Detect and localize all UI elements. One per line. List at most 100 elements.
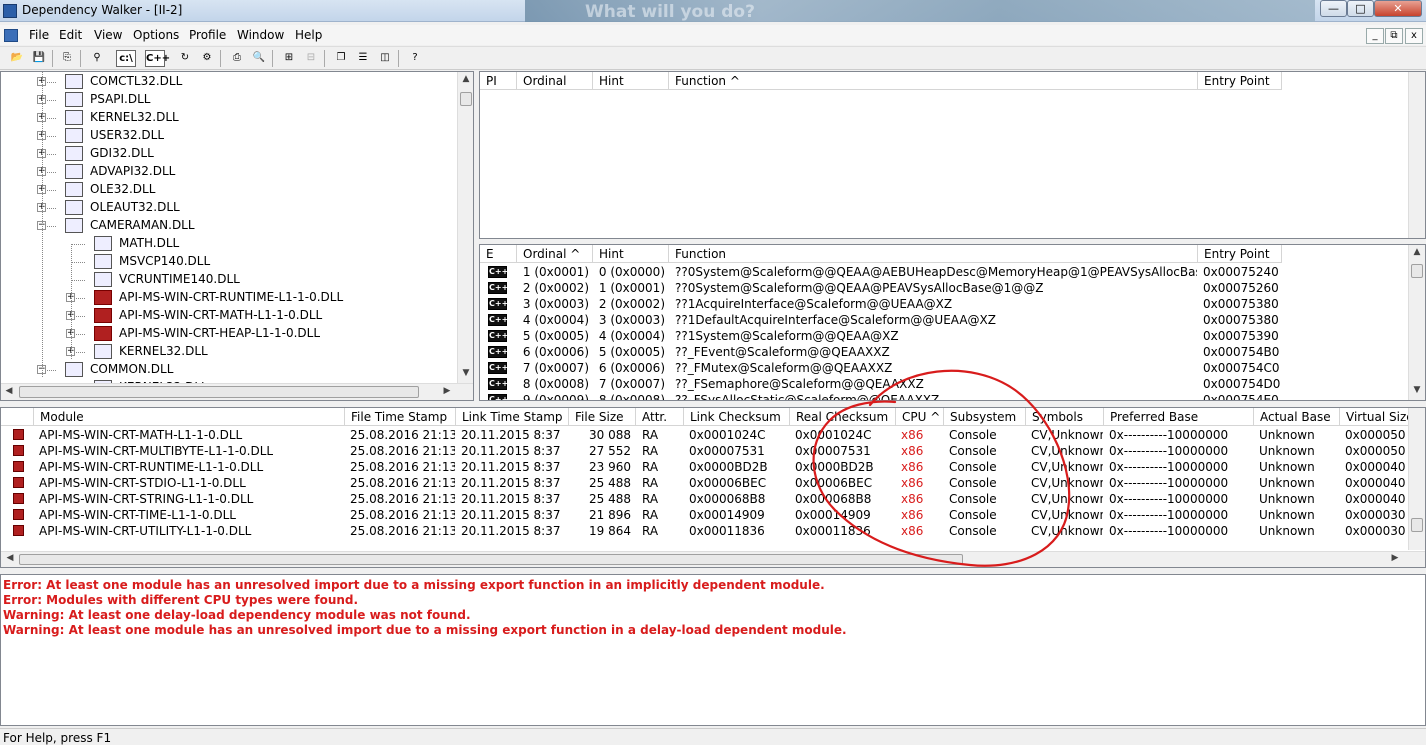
tree-item[interactable]: + OLEAUT32.DLL (1, 199, 456, 217)
menu-view[interactable]: View (94, 28, 122, 42)
menu-window[interactable]: Window (237, 28, 284, 42)
tile-vertical-icon[interactable]: ◫ (376, 50, 394, 67)
column-header-function[interactable]: Function ^ (669, 72, 1198, 90)
tree-vertical-scrollbar[interactable]: ▲ ▼ (457, 72, 473, 383)
search-icon[interactable]: 🔍 (250, 50, 268, 67)
module-row[interactable]: API-MS-WIN-CRT-RUNTIME-L1-1-0.DLL 25.08.2… (1, 459, 1407, 475)
tree-item[interactable]: + USER32.DLL (1, 127, 456, 145)
tile-horizontal-icon[interactable]: ☰ (354, 50, 372, 67)
export-row[interactable]: C++ 1 (0x0001) 0 (0x0000) ??0System@Scalefo… (480, 264, 1407, 280)
scroll-right-arrow[interactable]: ▶ (1389, 553, 1401, 563)
column-header-entry-point[interactable]: Entry Point (1198, 72, 1282, 90)
exports-vertical-scrollbar[interactable]: ▲ ▼ (1408, 245, 1425, 400)
close-button[interactable]: ✕ (1374, 0, 1422, 17)
column-header-file-time-stamp[interactable]: File Time Stamp (345, 408, 456, 426)
export-ordinal: 8 (0x0008) (522, 377, 589, 391)
open-icon[interactable]: 📂 (8, 50, 26, 67)
undecorate-cpp-icon[interactable]: C++ (145, 50, 170, 67)
cascade-icon[interactable]: ❐ (332, 50, 350, 67)
module-row[interactable]: API-MS-WIN-CRT-STDIO-L1-1-0.DLL 25.08.201… (1, 475, 1407, 491)
collapse-all-icon[interactable]: ⊟ (302, 50, 320, 67)
minimize-button[interactable]: — (1320, 0, 1347, 17)
column-header-actual-base[interactable]: Actual Base (1254, 408, 1340, 426)
document-icon[interactable] (4, 29, 18, 42)
module-row[interactable]: API-MS-WIN-CRT-MULTIBYTE-L1-1-0.DLL 25.08… (1, 443, 1407, 459)
tree-item[interactable]: + ADVAPI32.DLL (1, 163, 456, 181)
tree-item[interactable]: + API-MS-WIN-CRT-RUNTIME-L1-1-0.DLL (1, 289, 456, 307)
menu-profile[interactable]: Profile (189, 28, 226, 42)
scroll-right-arrow[interactable]: ▶ (441, 386, 453, 396)
column-header-e[interactable]: E (480, 245, 517, 263)
tree-horizontal-scrollbar[interactable]: ◀ ▶ (1, 383, 473, 400)
menu-edit[interactable]: Edit (59, 28, 82, 42)
mdi-restore-button[interactable]: ⧉ (1385, 28, 1403, 44)
scroll-up-arrow[interactable]: ▲ (1409, 247, 1425, 257)
tree-item[interactable]: MATH.DLL (1, 235, 456, 253)
tree-item[interactable]: + GDI32.DLL (1, 145, 456, 163)
column-header-file-size[interactable]: File Size (569, 408, 636, 426)
column-header-hint[interactable]: Hint (593, 245, 669, 263)
export-row[interactable]: C++ 3 (0x0003) 2 (0x0002) ??1AcquireInterfa… (480, 296, 1407, 312)
column-header-hint[interactable]: Hint (593, 72, 669, 90)
scroll-thumb[interactable] (1411, 518, 1423, 532)
tree-connector (71, 280, 85, 281)
export-row[interactable]: C++ 2 (0x0002) 1 (0x0001) ??0System@Scalefo… (480, 280, 1407, 296)
export-row[interactable]: C++ 4 (0x0004) 3 (0x0003) ??1DefaultAcquire… (480, 312, 1407, 328)
parent-imports-scrollbar[interactable] (1408, 72, 1425, 238)
export-row[interactable]: C++ 5 (0x0005) 4 (0x0004) ??1System@Scalefo… (480, 328, 1407, 344)
tree-item[interactable]: + KERNEL32.DLL (1, 343, 456, 361)
column-header-ordinal[interactable]: Ordinal (517, 72, 593, 90)
column-header-icon[interactable] (1, 408, 34, 426)
tree-item[interactable]: + KERNEL32.DLL (1, 109, 456, 127)
module-row[interactable]: API-MS-WIN-CRT-UTILITY-L1-1-0.DLL 25.08.2… (1, 523, 1407, 539)
save-icon[interactable]: 💾 (30, 50, 48, 67)
column-header-preferred-base[interactable]: Preferred Base (1104, 408, 1254, 426)
modules-horizontal-scrollbar[interactable]: ◀ ▶ (1, 551, 1425, 567)
module-row[interactable]: API-MS-WIN-CRT-TIME-L1-1-0.DLL 25.08.2016… (1, 507, 1407, 523)
column-header-pi[interactable]: PI (480, 72, 517, 90)
modules-vertical-scrollbar[interactable] (1408, 408, 1425, 550)
print-icon[interactable]: ⎙ (228, 50, 246, 67)
scroll-down-arrow[interactable]: ▼ (458, 368, 473, 378)
column-header-link-checksum[interactable]: Link Checksum (684, 408, 790, 426)
tree-icon[interactable]: ⚲ (88, 50, 106, 67)
scroll-thumb[interactable] (19, 386, 419, 398)
column-header-ordinal[interactable]: Ordinal ^ (517, 245, 593, 263)
tree-item[interactable]: + PSAPI.DLL (1, 91, 456, 109)
column-header-entry-point[interactable]: Entry Point (1198, 245, 1282, 263)
column-header-link-time-stamp[interactable]: Link Time Stamp (456, 408, 569, 426)
column-header-attr[interactable]: Attr. (636, 408, 684, 426)
tree-item[interactable]: − CAMERAMAN.DLL (1, 217, 456, 235)
tree-item[interactable]: MSVCP140.DLL (1, 253, 456, 271)
run-icon[interactable]: ↻ (176, 50, 194, 67)
tree-item[interactable]: + OLE32.DLL (1, 181, 456, 199)
menu-options[interactable]: Options (133, 28, 179, 42)
expand-all-icon[interactable]: ⊞ (280, 50, 298, 67)
column-header-module[interactable]: Module (34, 408, 345, 426)
scroll-up-arrow[interactable]: ▲ (458, 74, 473, 84)
mdi-minimize-button[interactable]: _ (1366, 28, 1384, 44)
scroll-thumb[interactable] (460, 92, 472, 106)
module-row[interactable]: API-MS-WIN-CRT-STRING-L1-1-0.DLL 25.08.20… (1, 491, 1407, 507)
copy-icon[interactable]: ⎘ (58, 50, 76, 67)
tree-item[interactable]: − COMMON.DLL (1, 361, 456, 379)
help-icon[interactable]: ? (406, 50, 424, 67)
tree-item[interactable]: + API-MS-WIN-CRT-MATH-L1-1-0.DLL (1, 307, 456, 325)
tree-item[interactable]: + COMCTL32.DLL (1, 73, 456, 91)
scroll-down-arrow[interactable]: ▼ (1409, 385, 1425, 395)
column-header-function[interactable]: Function (669, 245, 1198, 263)
properties-icon[interactable]: ⚙ (198, 50, 216, 67)
tree-item[interactable]: + API-MS-WIN-CRT-HEAP-L1-1-0.DLL (1, 325, 456, 343)
module-row[interactable]: API-MS-WIN-CRT-MATH-L1-1-0.DLL 25.08.2016… (1, 427, 1407, 443)
export-row[interactable]: C++ 6 (0x0006) 5 (0x0005) ??_FEvent@Scalefo… (480, 344, 1407, 360)
mdi-close-button[interactable]: x (1405, 28, 1423, 44)
menu-help[interactable]: Help (295, 28, 322, 42)
column-header-virtual-size[interactable]: Virtual Size (1340, 408, 1410, 426)
tree-item[interactable]: VCRUNTIME140.DLL (1, 271, 456, 289)
menu-file[interactable]: File (29, 28, 49, 42)
scroll-thumb[interactable] (1411, 264, 1423, 278)
scroll-left-arrow[interactable]: ◀ (3, 386, 15, 396)
full-paths-icon[interactable]: c:\ (116, 50, 136, 67)
scroll-left-arrow[interactable]: ◀ (4, 553, 16, 563)
maximize-button[interactable]: □ (1347, 0, 1374, 17)
